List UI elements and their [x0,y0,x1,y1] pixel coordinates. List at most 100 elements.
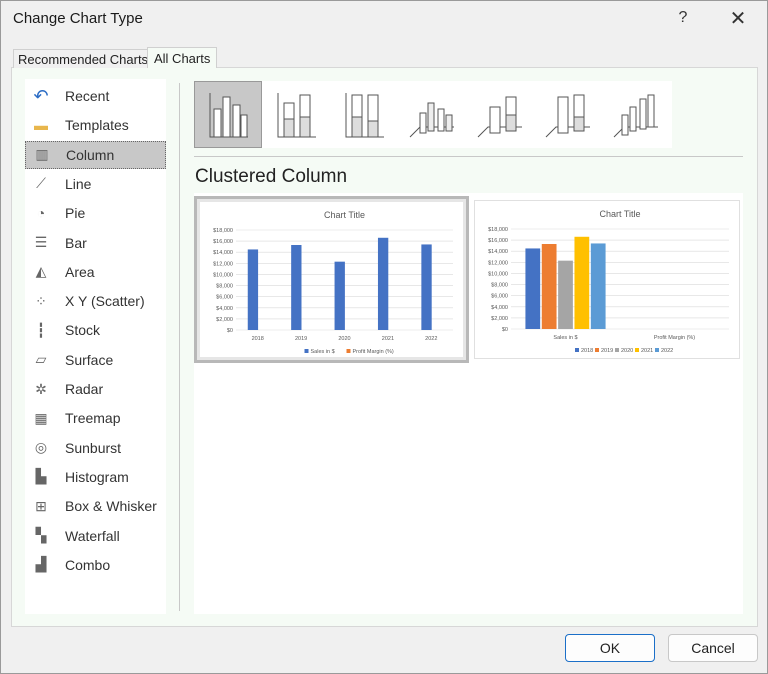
help-button[interactable]: ? [673,9,693,27]
ok-button[interactable]: OK [565,634,655,662]
sidebar-item-column[interactable]: ▥ Column [25,140,166,169]
sidebar-item-surface[interactable]: ▱ Surface [25,346,166,374]
stacked-column-button[interactable] [262,81,330,148]
dialog-title: Change Chart Type [13,10,143,27]
sidebar-item-label: Line [65,175,92,192]
y-tick-label: $2,000 [216,317,233,323]
tab-all-charts[interactable]: All Charts [147,47,218,68]
bar [421,244,432,330]
sidebar-item-label: Treemap [65,410,121,427]
column-chart-icon: ▥ [35,146,49,163]
line-chart-icon: ⟋ [36,175,46,192]
folder-icon: ▬ [34,117,48,134]
y-tick-label: $14,000 [488,249,508,255]
sidebar-item-x-y-scatter[interactable]: ⁘ X Y (Scatter) [25,287,166,315]
chart-preview-2[interactable]: Chart Title $0 $2,000 $4,000 $6,000 $8,000 $10… [474,200,740,359]
bar [334,261,345,330]
sidebar-item-stock[interactable]: ┇ Stock [25,316,166,344]
bar [377,237,389,330]
close-button[interactable]: ✕ [726,6,750,31]
y-tick-label: $8,000 [491,283,508,289]
sidebar-item-box-whisker[interactable]: ⊞ Box & Whisker [25,492,166,520]
chart-title: Chart Title [599,209,640,219]
sidebar-item-radar[interactable]: ✲ Radar [25,375,166,403]
y-tick-label: $16,000 [213,239,233,245]
waterfall-icon: ▚ [35,527,47,543]
sidebar-item-combo[interactable]: ▟ Combo [25,551,166,579]
recent-icon: ↶ [33,85,49,106]
3d-column-button[interactable] [602,81,670,148]
y-tick-label: $4,000 [491,305,508,311]
100-stacked-column-button[interactable] [330,81,398,148]
y-tick-label: $14,000 [213,250,233,256]
legend-label: 2021 [641,348,653,354]
legend-label: 2019 [601,348,613,354]
sidebar-item-histogram[interactable]: ▙ Histogram [25,463,166,491]
bar [590,243,606,329]
legend-swatch [655,348,659,352]
3d-100-stacked-column-button[interactable] [534,81,602,148]
legend-swatch [635,348,639,352]
sidebar-item-recent[interactable]: ↶ Recent [25,82,166,110]
3d-100-stacked-column-icon [545,94,590,137]
legend-swatch [615,348,619,352]
legend-label: Profit Margin (%) [353,349,394,355]
surface-chart-icon: ▱ [35,351,47,368]
y-tick-label: $12,000 [488,260,508,266]
legend-swatch [595,348,599,352]
sidebar-item-waterfall[interactable]: ▚ Waterfall [25,522,166,550]
chart-category-list: ↶ Recent ▬ Templates ▥ Column ⟋ Line ◔ Pie ☰ Bar ◭ Ar… [25,79,166,614]
3d-stacked-column-button[interactable] [466,81,534,148]
legend-label: Sales in $ [311,349,335,355]
x-tick-label: 2018 [252,336,264,342]
sidebar-item-label: Surface [65,351,114,368]
sidebar-item-sunburst[interactable]: ◎ Sunburst [25,434,166,462]
3d-clustered-column-icon [409,102,454,137]
chart-preview-1[interactable]: Chart Title $0 $2,000 $4,000 $6,000 $8,000 $10… [194,196,469,363]
sidebar-item-label: Column [66,146,115,163]
legend-label: 2020 [621,348,633,354]
y-tick-label: $6,000 [491,294,508,300]
3d-clustered-column-button[interactable] [398,81,466,148]
bar [558,260,573,329]
stacked-column-icon [277,92,316,137]
combo-chart-icon: ▟ [35,556,47,573]
3d-column-icon [613,94,658,137]
stock-chart-icon: ┇ [36,321,46,338]
x-tick-label: 2019 [295,336,307,342]
x-tick-label: 2020 [338,336,350,342]
y-tick-label: $0 [502,327,508,333]
sidebar-item-line[interactable]: ⟋ Line [25,170,166,198]
sidebar-item-bar[interactable]: ☰ Bar [25,229,166,257]
clustered-column-icon [209,92,248,137]
scatter-chart-icon: ⁘ [35,292,47,309]
y-tick-label: $10,000 [488,271,508,277]
legend-label: 2018 [581,348,593,354]
sunburst-icon: ◎ [34,439,48,456]
chart-subtype-row [194,81,672,148]
sidebar-item-label: Area [65,263,95,280]
divider [179,83,180,611]
y-tick-label: $18,000 [213,228,233,234]
clustered-column-button[interactable] [194,81,262,148]
legend-label: 2022 [661,348,673,354]
sidebar-item-pie[interactable]: ◔ Pie [25,199,166,227]
x-tick-label: Sales in $ [553,335,577,341]
bar [291,245,302,330]
cancel-button[interactable]: Cancel [668,634,758,662]
y-tick-label: $2,000 [491,316,508,322]
tab-recommended-charts[interactable]: Recommended Charts [13,49,154,68]
sidebar-item-area[interactable]: ◭ Area [25,258,166,286]
y-tick-label: $10,000 [213,272,233,278]
bar-chart-icon: ☰ [34,234,48,250]
bar [541,244,557,329]
y-tick-label: $16,000 [488,238,508,244]
100-stacked-column-icon [345,92,384,137]
legend-swatch [346,349,351,353]
area-chart-icon: ◭ [35,263,47,280]
sidebar-item-templates[interactable]: ▬ Templates [25,111,166,139]
sidebar-item-label: Box & Whisker [65,498,157,515]
sidebar-item-label: Stock [65,322,101,339]
treemap-icon: ▦ [34,409,48,426]
sidebar-item-treemap[interactable]: ▦ Treemap [25,404,166,432]
